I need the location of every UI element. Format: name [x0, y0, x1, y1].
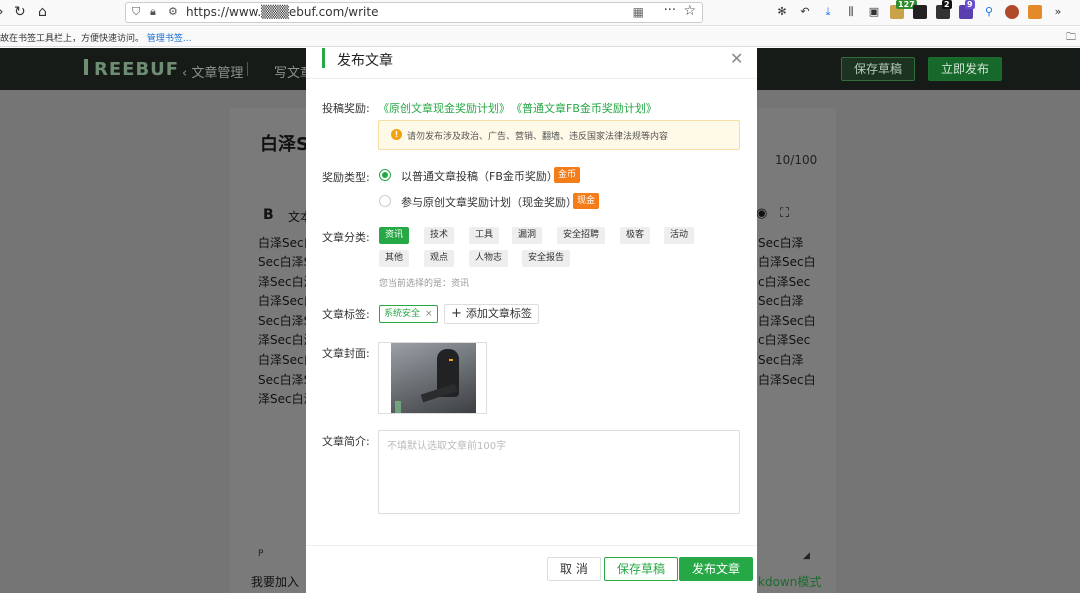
header-save-draft-button[interactable]: 保存草稿	[841, 57, 916, 81]
sidebar-icon[interactable]: ▣	[867, 5, 881, 19]
category-opinion[interactable]: 观点	[424, 250, 455, 267]
notice-text: 请勿发布涉及政治、广告、营销、翻墙、违反国家法律法规等内容	[407, 132, 669, 142]
bookmark-star-icon[interactable]: ☆	[683, 3, 696, 19]
coin-reward-plan-link[interactable]: 《普通文章FB金币奖励计划》	[511, 100, 657, 116]
publish-dialog: 发布文章 ✕ 投稿奖励: 《原创文章现金奖励计划》 《普通文章FB金币奖励计划》…	[306, 48, 757, 593]
extension-icon[interactable]: 2	[936, 0, 952, 19]
reward-type-label: 奖励类型:	[322, 171, 370, 184]
publish-button[interactable]: 发布文章	[679, 557, 754, 581]
pin-icon[interactable]: ⚲	[982, 5, 996, 19]
bookmark-prompt: 故在书签工具栏上，方便快速访问。	[0, 34, 145, 44]
fullscreen-icon[interactable]: ⛶	[780, 206, 789, 221]
title-accent-bar	[322, 48, 325, 68]
remove-tag-icon[interactable]: ×	[425, 309, 433, 319]
category-vulnerability[interactable]: 漏洞	[512, 227, 543, 244]
category-hint: 您当前选择的是：资讯	[379, 279, 470, 289]
qr-code-icon[interactable]: ▦	[633, 5, 644, 19]
bold-button[interactable]: B	[263, 207, 274, 223]
extension-icon[interactable]: 9	[959, 0, 975, 19]
home-icon[interactable]: ⌂	[38, 3, 47, 21]
cancel-button[interactable]: 取 消	[547, 557, 601, 581]
back-icon[interactable]: ›	[0, 3, 4, 21]
overflow-icon[interactable]: »	[1051, 5, 1065, 19]
cover-label: 文章封面:	[322, 347, 370, 360]
editor-text-line: 白泽Sec白	[758, 314, 816, 328]
radio-coin-reward-label[interactable]: 以普通文章投稿（FB金币奖励）	[401, 168, 558, 184]
article-title[interactable]: 白泽S	[260, 130, 309, 156]
download-icon[interactable]: ⤓	[821, 5, 835, 19]
category-events[interactable]: 活动	[664, 227, 695, 244]
settings-icon[interactable]: ✻	[775, 5, 789, 19]
category-tech[interactable]: 技术	[424, 227, 455, 244]
warning-icon: !	[391, 129, 402, 140]
editor-text-line: Sec白泽S	[258, 314, 312, 328]
extension-icon[interactable]	[1005, 5, 1019, 19]
manage-bookmarks-link[interactable]: 管理书签...	[147, 34, 192, 44]
summary-input[interactable]	[378, 430, 740, 514]
browser-toolbar: › ↻ ⌂ ⛉ 🔒︎ ⚙ https://www.▒▒▒ebuf.com/wri…	[0, 0, 1080, 26]
address-bar[interactable]: ⛉ 🔒︎ ⚙ https://www.▒▒▒ebuf.com/write ▦ ·…	[125, 2, 703, 23]
editor-text-line: Sec白泽	[758, 353, 804, 367]
extension-icon[interactable]	[1028, 5, 1042, 19]
permissions-icon[interactable]: ⚙	[168, 5, 178, 18]
extension-icon[interactable]	[913, 5, 927, 19]
paragraph-indicator: P	[258, 549, 264, 559]
cover-upload[interactable]	[378, 342, 487, 414]
folder-icon[interactable]: 🗀	[1066, 30, 1076, 47]
markdown-mode-link[interactable]: kdown模式	[758, 573, 821, 590]
shield-icon[interactable]: ⛉	[132, 5, 140, 19]
dialog-title: 发布文章	[337, 53, 393, 69]
content-notice: ! 请勿发布涉及政治、广告、营销、翻墙、违反国家法律法规等内容	[378, 120, 740, 150]
editor-text-line: c白泽Sec	[758, 333, 811, 347]
category-tools[interactable]: 工具	[469, 227, 500, 244]
extension-icon[interactable]: 127	[890, 0, 917, 19]
bookmark-bar: 故在书签工具栏上，方便快速访问。 管理书签... 🗀	[0, 27, 1080, 47]
more-icon[interactable]: ···	[664, 3, 676, 18]
save-draft-button[interactable]: 保存草稿	[604, 557, 679, 581]
library-icon[interactable]: ⫼	[844, 5, 858, 19]
category-people[interactable]: 人物志	[469, 250, 509, 267]
cover-image	[391, 343, 476, 413]
category-security-report[interactable]: 安全报告	[522, 250, 571, 267]
coin-badge: 金币	[554, 167, 581, 183]
tags-label: 文章标签:	[322, 308, 370, 321]
cash-badge: 现金	[573, 193, 600, 209]
category-other[interactable]: 其他	[379, 250, 410, 267]
extension-icons: ✻ ↶ ⤓ ⫼ ▣ 127 2 9 ⚲ »	[775, 0, 1065, 22]
lock-icon[interactable]: 🔒︎	[150, 5, 156, 19]
resize-handle-icon[interactable]: ◢	[803, 551, 810, 561]
radio-coin-reward[interactable]	[379, 169, 391, 181]
editor-text-line: 白泽Sec白	[758, 373, 816, 387]
radio-cash-reward-label[interactable]: 参与原创文章奖励计划（现金奖励）	[401, 194, 577, 210]
category-label: 文章分类:	[322, 231, 370, 244]
editor-text-line: c白泽Sec	[758, 275, 811, 289]
add-tag-button[interactable]: + 添加文章标签	[444, 304, 539, 324]
header-publish-button[interactable]: 立即发布	[928, 57, 1003, 81]
radio-cash-reward[interactable]	[379, 195, 391, 207]
undo-icon[interactable]: ↶	[798, 5, 812, 19]
category-news[interactable]: 资讯	[379, 227, 410, 244]
editor-text-line: Sec白泽	[758, 236, 804, 250]
close-icon[interactable]: ✕	[730, 49, 743, 68]
nav-article-management[interactable]: ‹ 文章管理	[182, 62, 243, 81]
url-text[interactable]: https://www.▒▒▒ebuf.com/write	[186, 5, 378, 19]
reward-label: 投稿奖励:	[322, 102, 370, 115]
reload-icon[interactable]: ↻	[14, 3, 26, 21]
preview-eye-icon[interactable]: ◉	[756, 206, 767, 221]
editor-text-line: Sec白泽	[758, 294, 804, 308]
title-char-count: 10/100	[775, 153, 818, 167]
editor-text-line: Sec白泽S	[258, 373, 312, 387]
editor-text-line: Sec白泽S	[258, 255, 312, 269]
tag-chip[interactable]: 系统安全 ×	[379, 305, 438, 323]
plus-icon: +	[451, 306, 462, 321]
freebuf-logo[interactable]: REEBUF	[84, 59, 179, 80]
category-security-jobs[interactable]: 安全招聘	[557, 227, 606, 244]
original-reward-plan-link[interactable]: 《原创文章现金奖励计划》	[378, 100, 510, 116]
editor-text-line: 白泽Sec白	[758, 255, 816, 269]
editor-footer-join: 我要加入	[251, 575, 300, 589]
category-geek[interactable]: 极客	[620, 227, 651, 244]
summary-label: 文章简介:	[322, 435, 370, 448]
